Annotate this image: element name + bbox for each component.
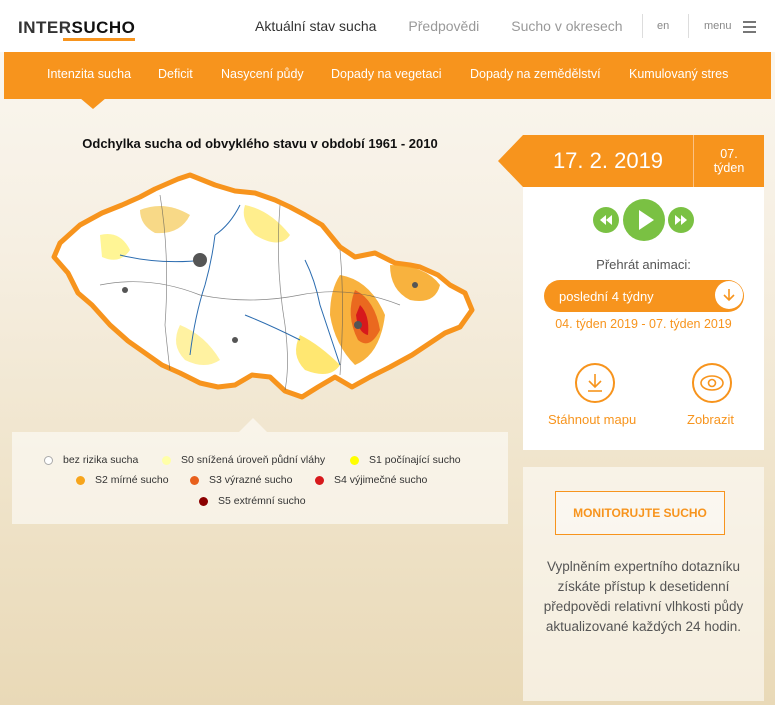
monitor-drought-button[interactable]: MONITORUJTE SUCHO	[555, 491, 725, 535]
drought-map[interactable]	[40, 165, 480, 420]
week-number: 07.	[720, 147, 738, 161]
download-icon[interactable]	[575, 363, 615, 403]
map-title: Odchylka sucha od obvyklého stavu v obdo…	[82, 136, 438, 151]
play-button[interactable]	[623, 199, 665, 241]
monitor-description: Vyplněním expertního dotazníku získáte p…	[543, 559, 744, 634]
sub-nav: Intenzita sucha Deficit Nasycení půdy Do…	[4, 52, 771, 109]
monitor-box: MONITORUJTE SUCHO Vyplněním expertního d…	[523, 467, 764, 701]
week-badge: 07. týden	[693, 135, 764, 187]
week-label: týden	[713, 161, 745, 175]
legend-item: S1 počínající sucho	[350, 454, 461, 466]
date-panel: 17. 2. 2019 07. týden Přehrát animaci: p…	[498, 135, 764, 450]
menu-button[interactable]: menu	[704, 20, 732, 32]
legend-label: S2 mírné sucho	[95, 474, 169, 486]
nav-forecasts[interactable]: Předpovědi	[408, 18, 479, 34]
week-range: 04. týden 2019 - 07. týden 2019	[555, 317, 732, 331]
legend-dot	[44, 455, 53, 465]
tab-vegetation-impact[interactable]: Dopady na vegetaci	[331, 67, 442, 81]
legend-label: S1 počínající sucho	[369, 454, 461, 466]
period-select-value: poslední 4 týdny	[559, 289, 654, 304]
logo[interactable]: INTERSUCHO	[18, 18, 136, 41]
period-select[interactable]: poslední 4 týdny	[544, 280, 744, 312]
legend-label: S3 výrazné sucho	[209, 474, 293, 486]
legend-label: S5 extrémní sucho	[218, 495, 306, 507]
legend-label: bez rizika sucha	[63, 454, 139, 466]
logo-suffix: SUCHO	[71, 18, 136, 37]
play-icon	[639, 210, 654, 230]
logo-prefix: INTER	[18, 18, 72, 37]
active-tab-pointer	[80, 98, 106, 109]
map-legend: bez rizika sucha S0 snížená úroveň půdní…	[12, 418, 508, 524]
top-bar: INTERSUCHO Aktuální stav sucha Předpověd…	[0, 0, 775, 52]
divider	[642, 14, 643, 38]
legend-dot	[190, 475, 199, 485]
legend-dot	[315, 475, 324, 485]
legend-item: S5 extrémní sucho	[199, 495, 306, 507]
language-switch[interactable]: en	[657, 20, 669, 32]
tab-soil-saturation[interactable]: Nasycení půdy	[221, 67, 304, 81]
hamburger-icon[interactable]	[743, 21, 756, 36]
eye-icon[interactable]	[692, 363, 732, 403]
divider	[688, 14, 689, 38]
animation-label: Přehrát animaci:	[596, 257, 691, 272]
main-nav: Aktuální stav sucha Předpovědi Sucho v o…	[255, 0, 655, 52]
logo-underline	[63, 38, 136, 41]
rewind-button[interactable]	[593, 207, 619, 233]
tab-cumulative-stress[interactable]: Kumulovaný stres	[629, 67, 728, 81]
date-arrow	[498, 135, 523, 187]
legend-item: bez rizika sucha	[44, 454, 138, 466]
tab-agriculture-impact[interactable]: Dopady na zemědělství	[470, 67, 601, 81]
legend-dot	[199, 496, 208, 506]
legend-item: S4 výjimečné sucho	[315, 474, 427, 486]
view-link[interactable]: Zobrazit	[687, 412, 734, 427]
legend-item: S2 mírné sucho	[76, 474, 169, 486]
chevron-down-icon[interactable]	[715, 281, 743, 309]
fast-forward-icon	[675, 215, 687, 225]
legend-item: S3 výrazné sucho	[190, 474, 292, 486]
current-date[interactable]: 17. 2. 2019	[523, 135, 693, 187]
legend-dot	[76, 475, 85, 485]
legend-item: S0 snížená úroveň půdní vláhy	[162, 454, 325, 466]
legend-dot	[162, 455, 171, 465]
download-map-link[interactable]: Stáhnout mapu	[548, 412, 636, 427]
rewind-icon	[600, 215, 612, 225]
legend-dot	[350, 455, 359, 465]
fast-forward-button[interactable]	[668, 207, 694, 233]
legend-label: S0 snížená úroveň půdní vláhy	[181, 454, 326, 466]
legend-label: S4 výjimečné sucho	[334, 474, 428, 486]
tab-drought-intensity[interactable]: Intenzita sucha	[47, 67, 131, 81]
nav-districts[interactable]: Sucho v okresech	[511, 18, 622, 34]
nav-current-drought[interactable]: Aktuální stav sucha	[255, 18, 376, 34]
tab-deficit[interactable]: Deficit	[158, 67, 193, 81]
legend-pointer	[239, 418, 267, 432]
